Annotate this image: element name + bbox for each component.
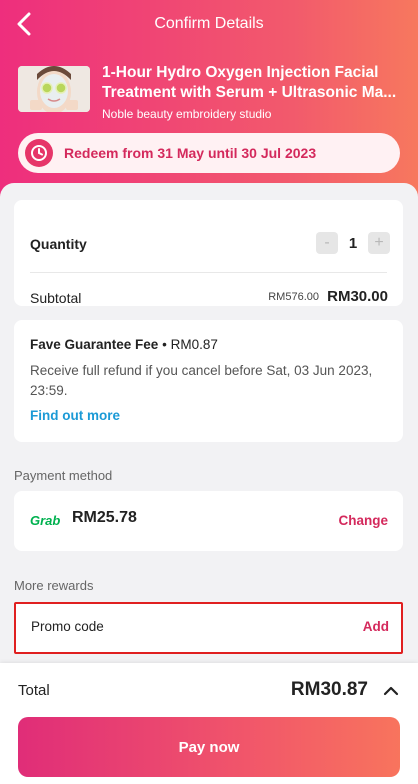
divider	[30, 272, 387, 273]
grab-logo: Grab	[30, 513, 61, 528]
deal-thumbnail	[18, 66, 90, 112]
total-amount: RM30.87	[290, 679, 368, 700]
checkout-footer: Total RM30.87 Pay now	[0, 663, 418, 784]
find-out-more-link[interactable]: Find out more	[30, 408, 120, 423]
fee-bullet: •	[162, 337, 167, 352]
grab-balance: RM25.78	[72, 509, 137, 526]
guarantee-fee-card: Fave Guarantee Fee • RM0.87 Receive full…	[14, 320, 403, 442]
more-rewards-label: More rewards	[14, 578, 94, 593]
fee-amount: RM0.87	[170, 337, 218, 352]
redeem-text: Redeem from 31 May until 30 Jul 2023	[64, 145, 317, 161]
checkout-content: Quantity - 1 + Subtotal RM576.00 RM30.00…	[0, 183, 418, 663]
chevron-up-icon[interactable]	[382, 683, 400, 699]
subtotal-price: RM30.00	[327, 288, 388, 305]
decrease-quantity-button[interactable]: -	[316, 232, 338, 254]
deal-title-line2: Treatment with Serum + Ultrasonic Ma...	[102, 84, 397, 101]
quantity-value: 1	[348, 234, 358, 252]
pay-now-button[interactable]: Pay now	[18, 717, 400, 777]
subtotal-label: Subtotal	[30, 290, 82, 306]
fee-title: Fave Guarantee Fee	[30, 337, 159, 352]
deal-title: 1-Hour Hydro Oxygen Injection Facial Tre…	[102, 63, 402, 103]
merchant-name: Noble beauty embroidery studio	[102, 107, 272, 121]
redeem-period-banner: Redeem from 31 May until 30 Jul 2023	[18, 133, 400, 173]
fee-description: Receive full refund if you cancel before…	[30, 363, 373, 398]
increase-quantity-button[interactable]: +	[368, 232, 390, 254]
fee-title-row: Fave Guarantee Fee • RM0.87	[30, 337, 218, 352]
promo-code-label: Promo code	[31, 619, 104, 634]
quantity-stepper: - 1 +	[316, 232, 390, 254]
add-promo-button[interactable]: Add	[363, 619, 389, 634]
change-payment-button[interactable]: Change	[338, 513, 388, 528]
original-price: RM576.00	[268, 291, 319, 303]
quantity-label: Quantity	[30, 236, 87, 252]
total-label: Total	[18, 682, 50, 699]
promo-code-row[interactable]: Promo code Add	[14, 602, 403, 654]
page-title: Confirm Details	[154, 15, 264, 32]
header: Confirm Details 1-Hour Hydro Oxygen Inje…	[0, 0, 418, 200]
deal-title-line1: 1-Hour Hydro Oxygen Injection Facial	[102, 64, 379, 81]
payment-method-label: Payment method	[14, 468, 113, 483]
payment-method-card: Grab RM25.78 Change	[14, 491, 403, 551]
clock-icon	[25, 139, 53, 167]
quantity-card: Quantity - 1 + Subtotal RM576.00 RM30.00	[14, 200, 403, 306]
